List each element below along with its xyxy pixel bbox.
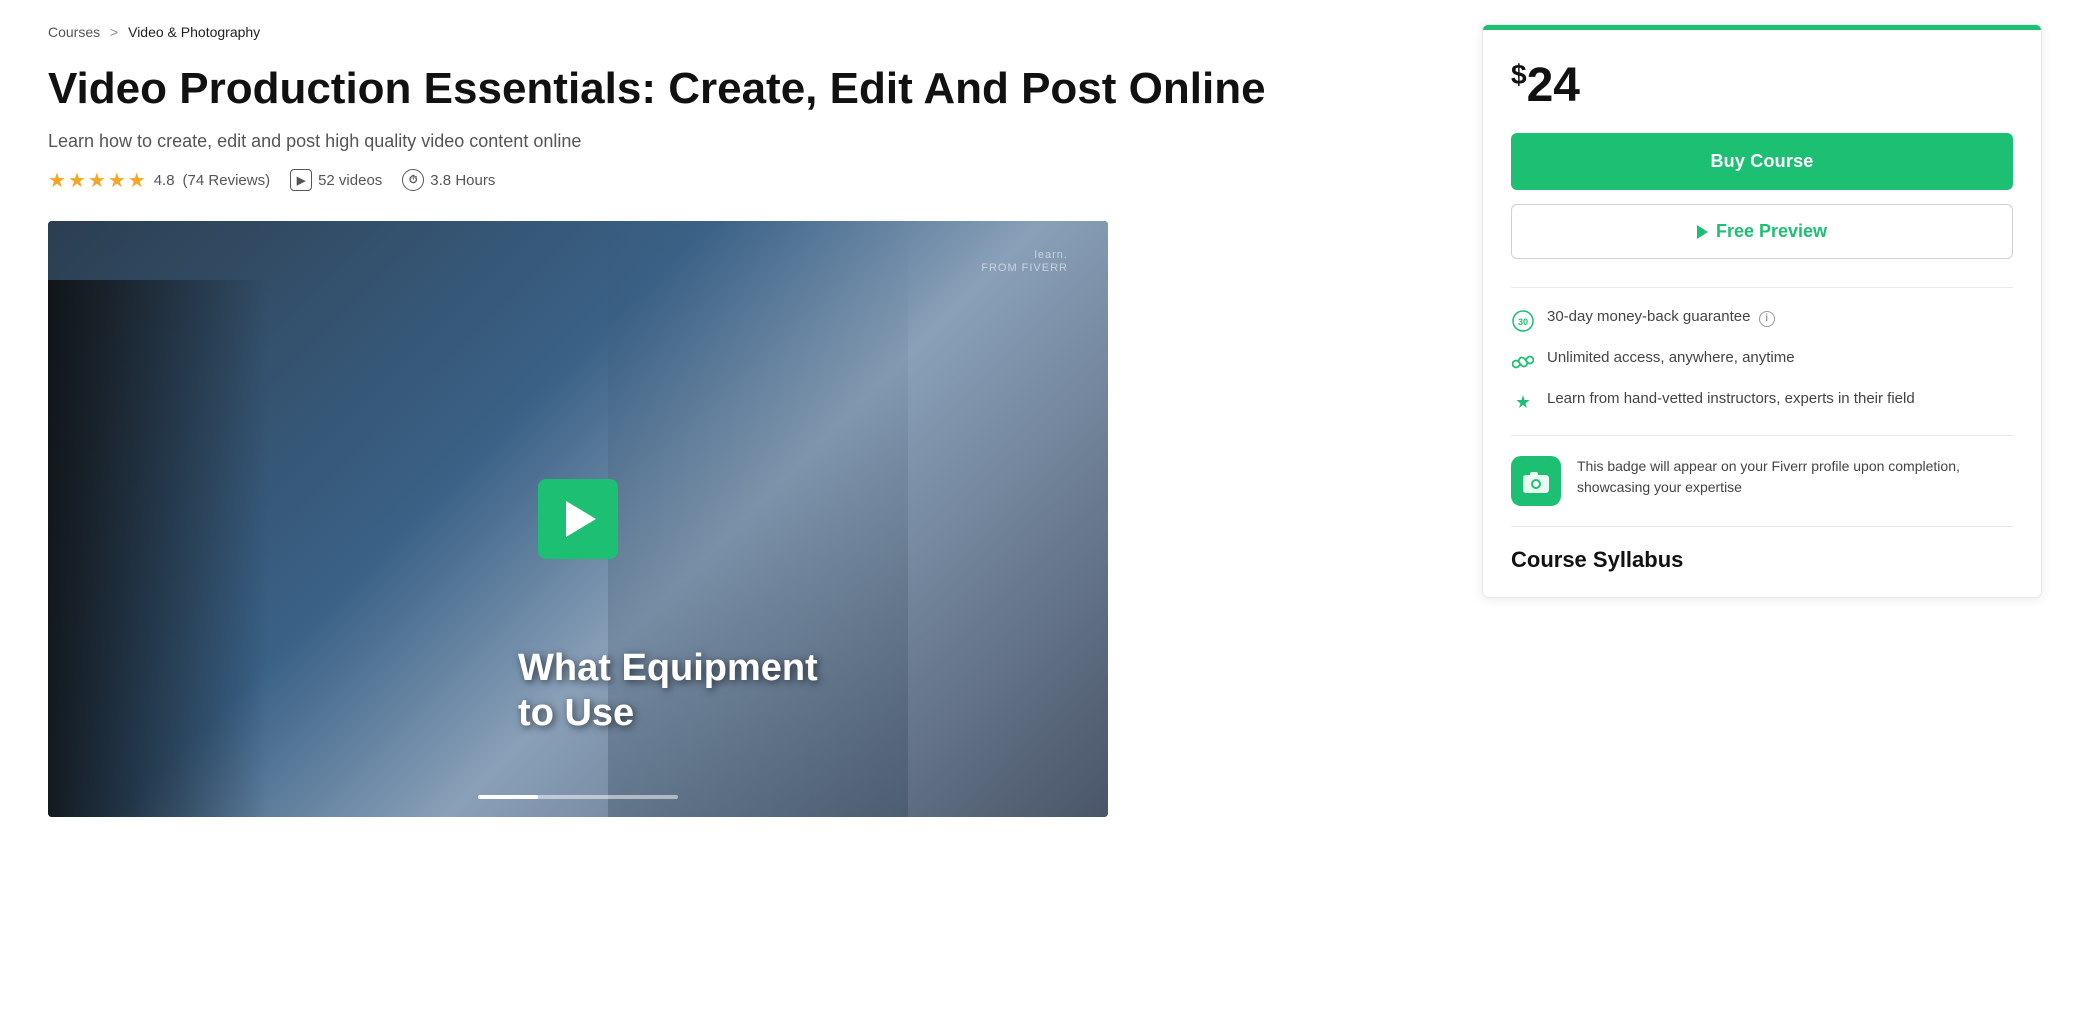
unlimited-text: Unlimited access, anywhere, anytime: [1547, 349, 1795, 366]
videos-meta: ▶ 52 videos: [290, 169, 382, 191]
play-triangle-icon: [566, 501, 596, 537]
svg-text:30: 30: [1518, 317, 1528, 327]
star-1: ★: [48, 168, 66, 193]
watermark-brand: learn.: [981, 249, 1068, 262]
preview-label: Free Preview: [1716, 221, 1827, 242]
star-2: ★: [68, 168, 86, 193]
course-price: $24: [1511, 58, 2013, 113]
star-4: ★: [108, 168, 126, 193]
watermark-sub: FROM FIVERR: [981, 262, 1068, 275]
moneyback-text: 30-day money-back guarantee i: [1547, 308, 1775, 327]
price-symbol: $: [1511, 59, 1527, 90]
free-preview-button[interactable]: Free Preview: [1511, 204, 2013, 259]
videos-count: 52 videos: [318, 172, 382, 189]
course-meta: ★ ★ ★ ★ ★ 4.8 (74 Reviews) ▶ 52 videos ⏱…: [48, 168, 1442, 193]
sidebar-badge: This badge will appear on your Fiverr pr…: [1511, 435, 2013, 526]
course-sidebar: $24 Buy Course Free Preview 30: [1482, 24, 2042, 598]
video-progress-fill: [478, 795, 538, 799]
hours-count: 3.8 Hours: [430, 172, 495, 189]
main-content: Courses > Video & Photography Video Prod…: [48, 24, 1442, 817]
feature-moneyback: 30 30-day money-back guarantee i: [1511, 308, 2013, 333]
course-title: Video Production Essentials: Create, Edi…: [48, 64, 1442, 115]
clock-icon: ⏱: [402, 169, 424, 191]
hours-meta: ⏱ 3.8 Hours: [402, 169, 495, 191]
badge-icon: [1511, 456, 1561, 506]
moneyback-info-icon[interactable]: i: [1759, 311, 1775, 327]
breadcrumb: Courses > Video & Photography: [48, 24, 1442, 40]
video-watermark: learn. FROM FIVERR: [981, 249, 1068, 275]
video-overlay-text: What Equipment to Use: [518, 646, 818, 737]
video-player[interactable]: learn. FROM FIVERR What Equipment to Use: [48, 221, 1108, 817]
play-circle-icon: ▶: [290, 169, 312, 191]
breadcrumb-parent-link[interactable]: Courses: [48, 24, 100, 40]
course-syllabus-section: Course Syllabus: [1511, 526, 2013, 597]
rating-value: 4.8: [154, 172, 175, 189]
feature-instructors: Learn from hand-vetted instructors, expe…: [1511, 390, 2013, 415]
video-progress-bar[interactable]: [478, 795, 678, 799]
overlay-line2: to Use: [518, 691, 818, 737]
price-value: 24: [1527, 59, 1580, 112]
camera-silhouette: [48, 280, 268, 817]
breadcrumb-separator: >: [110, 24, 118, 40]
course-subtitle: Learn how to create, edit and post high …: [48, 131, 1442, 152]
star-5: ★: [128, 168, 146, 193]
breadcrumb-current: Video & Photography: [128, 24, 260, 40]
rating-reviews: (74 Reviews): [183, 172, 271, 189]
instructors-icon: [1511, 391, 1535, 415]
moneyback-icon: 30: [1511, 309, 1535, 333]
star-3: ★: [88, 168, 106, 193]
overlay-line1: What Equipment: [518, 646, 818, 692]
sidebar-inner: $24 Buy Course Free Preview 30: [1483, 30, 2041, 597]
buy-course-button[interactable]: Buy Course: [1511, 133, 2013, 190]
unlimited-icon: [1511, 350, 1535, 374]
badge-description: This badge will appear on your Fiverr pr…: [1577, 456, 2013, 498]
play-button[interactable]: [538, 479, 618, 559]
sidebar-features: 30 30-day money-back guarantee i: [1511, 287, 2013, 435]
feature-unlimited: Unlimited access, anywhere, anytime: [1511, 349, 2013, 374]
star-rating: ★ ★ ★ ★ ★ 4.8 (74 Reviews): [48, 168, 270, 193]
preview-play-icon: [1697, 225, 1708, 239]
instructors-text: Learn from hand-vetted instructors, expe…: [1547, 390, 1915, 407]
syllabus-title: Course Syllabus: [1511, 547, 2013, 573]
